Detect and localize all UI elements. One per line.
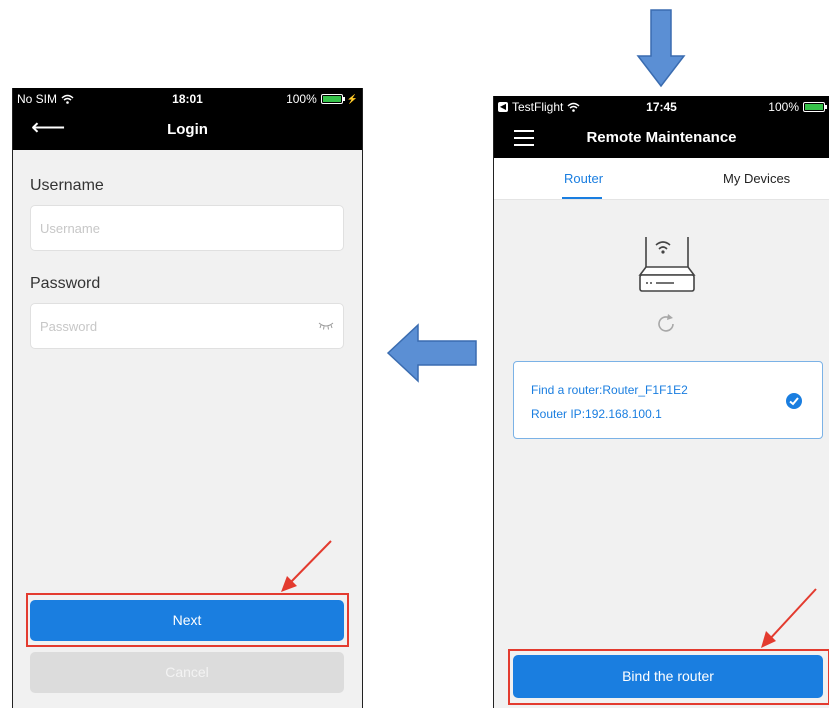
remote-maintenance-screen: ◀ TestFlight 17:45 100% Remote Maintenan… xyxy=(493,96,829,708)
eye-closed-icon[interactable] xyxy=(318,320,334,332)
refresh-icon[interactable] xyxy=(654,312,678,336)
router-card[interactable]: Find a router:Router_F1F1E2 Router IP:19… xyxy=(513,361,823,439)
check-circle-icon xyxy=(786,393,802,409)
tab-my-devices[interactable]: My Devices xyxy=(723,171,790,186)
login-screen: No SIM 18:01 100% ⚡ ⟵ Login Username Use… xyxy=(12,88,363,708)
password-input[interactable]: Password xyxy=(30,303,344,349)
nav-bar: Remote Maintenance xyxy=(494,118,829,158)
status-bar: No SIM 18:01 100% ⚡ xyxy=(13,88,362,110)
password-placeholder: Password xyxy=(40,319,98,334)
battery-icon xyxy=(803,102,827,112)
tab-bar: Router My Devices xyxy=(494,158,829,200)
username-label: Username xyxy=(30,177,104,194)
username-placeholder: Username xyxy=(40,221,100,236)
flow-arrow-down xyxy=(636,9,686,88)
next-button[interactable]: Next xyxy=(30,600,344,641)
annotation-arrow xyxy=(281,540,332,592)
canvas: No SIM 18:01 100% ⚡ ⟵ Login Username Use… xyxy=(0,0,829,708)
password-label: Password xyxy=(30,275,101,292)
page-title: Login xyxy=(167,121,208,138)
active-tab-indicator xyxy=(562,197,602,199)
nav-bar: ⟵ Login xyxy=(13,110,362,150)
bind-router-button[interactable]: Bind the router xyxy=(513,655,823,698)
username-input[interactable]: Username xyxy=(30,205,344,251)
battery-percent: 100% xyxy=(286,92,317,106)
page-title: Remote Maintenance xyxy=(586,129,737,146)
router-name: Find a router:Router_F1F1E2 xyxy=(531,383,688,397)
router-icon xyxy=(638,237,696,292)
tab-router[interactable]: Router xyxy=(564,171,603,186)
battery-percent: 100% xyxy=(768,100,799,114)
status-bar: ◀ TestFlight 17:45 100% xyxy=(494,96,829,118)
flow-arrow-left xyxy=(386,323,477,383)
router-ip: Router IP:192.168.100.1 xyxy=(531,407,662,421)
charging-icon: ⚡ xyxy=(346,93,358,104)
battery-icon xyxy=(320,94,345,104)
annotation-arrow xyxy=(761,588,817,648)
cancel-button[interactable]: Cancel xyxy=(30,652,344,693)
